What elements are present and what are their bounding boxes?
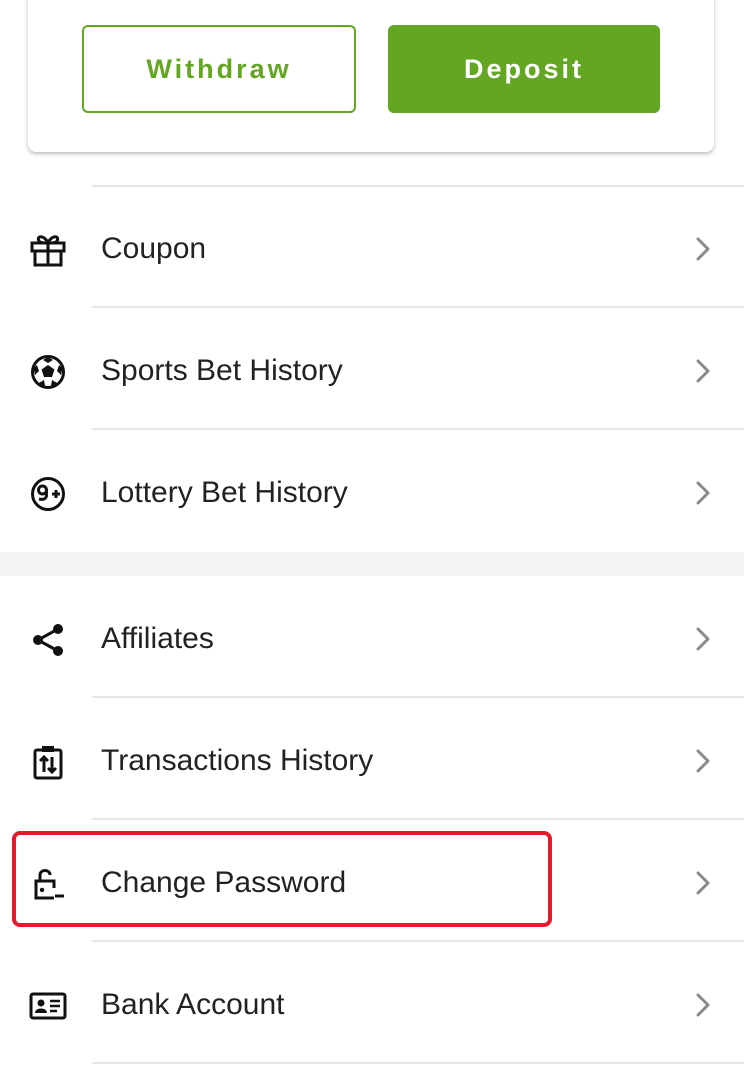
wallet-card: Withdraw Deposit (28, 0, 714, 152)
id-card-icon (28, 986, 68, 1026)
section-separator (0, 552, 744, 576)
gift-icon (28, 230, 68, 270)
divider (92, 696, 744, 698)
divider (92, 940, 744, 942)
chevron-right-icon (690, 356, 716, 386)
menu-item-change-password[interactable]: Change Password (0, 822, 744, 942)
chevron-right-icon (690, 478, 716, 508)
menu-item-lottery-bet-history[interactable]: Lottery Bet History (0, 432, 744, 552)
chevron-right-icon (690, 746, 716, 776)
menu-item-affiliates[interactable]: Affiliates (0, 578, 744, 698)
divider (92, 306, 744, 308)
menu-item-label: Sports Bet History (101, 354, 343, 387)
chevron-right-icon (690, 624, 716, 654)
transactions-clipboard-icon (28, 742, 68, 782)
menu-item-label: Change Password (101, 866, 347, 899)
menu-item-label: Affiliates (101, 622, 214, 655)
lottery-nine-plus-icon (28, 474, 68, 514)
divider (92, 818, 744, 820)
menu-item-coupon[interactable]: Coupon (0, 188, 744, 308)
divider (92, 1062, 744, 1064)
withdraw-button[interactable]: Withdraw (82, 25, 356, 113)
menu-item-transactions-history[interactable]: Transactions History (0, 700, 744, 820)
deposit-button[interactable]: Deposit (388, 25, 660, 113)
chevron-right-icon (690, 234, 716, 264)
chevron-right-icon (690, 868, 716, 898)
menu-item-label: Lottery Bet History (101, 476, 348, 509)
menu-item-sports-bet-history[interactable]: Sports Bet History (0, 310, 744, 430)
share-icon (28, 620, 68, 660)
menu-item-label: Coupon (101, 232, 207, 265)
divider (92, 185, 744, 187)
chevron-right-icon (690, 990, 716, 1020)
menu-item-bank-account[interactable]: Bank Account (0, 944, 744, 1064)
soccer-ball-icon (28, 352, 68, 392)
divider (92, 428, 744, 430)
unlock-password-icon (28, 864, 68, 904)
menu-item-label: Transactions History (101, 744, 374, 777)
menu-item-label: Bank Account (101, 988, 285, 1021)
